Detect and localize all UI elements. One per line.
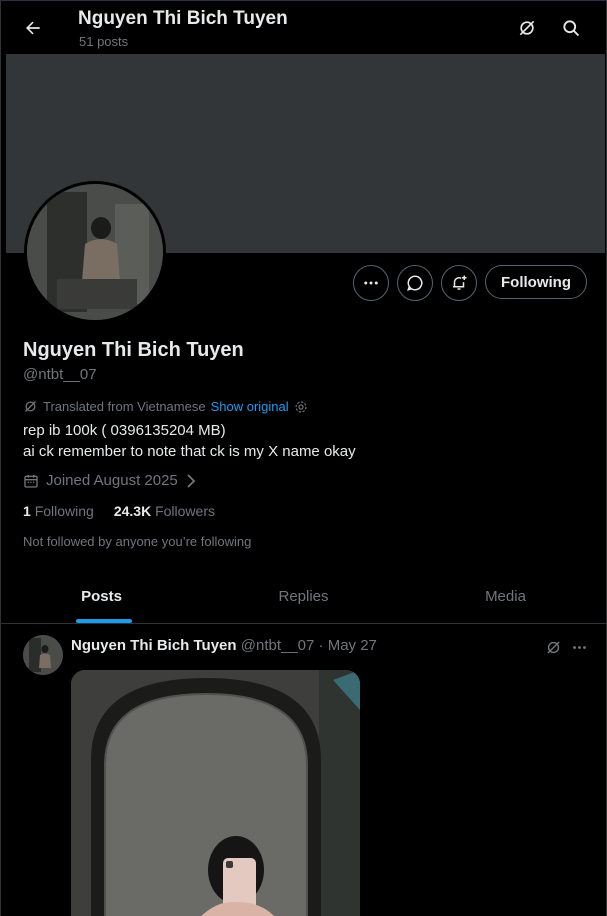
more-icon xyxy=(572,645,586,649)
post-count: 51 posts xyxy=(79,34,129,49)
post-media-image[interactable] xyxy=(71,670,360,916)
profile-tabs: Posts Replies Media xyxy=(1,570,606,624)
active-tab-indicator xyxy=(76,619,132,623)
post-more-button[interactable] xyxy=(568,636,590,658)
following-label: Following xyxy=(34,503,94,519)
message-icon xyxy=(407,275,423,291)
followers-count: 24.3K xyxy=(113,503,152,519)
profile-bio: rep ib 100k ( 0396135204 MB) ai ck remem… xyxy=(23,420,356,462)
more-icon xyxy=(364,281,378,285)
grok-icon xyxy=(546,640,560,654)
back-arrow-icon xyxy=(26,21,40,35)
translated-label: Translated from Vietnamese xyxy=(43,399,206,414)
search-button[interactable] xyxy=(554,11,588,45)
chevron-right-icon xyxy=(187,473,196,488)
show-original-link[interactable]: Show original xyxy=(211,399,289,414)
post-avatar[interactable] xyxy=(23,635,63,675)
post-author[interactable]: Nguyen Thi Bich Tuyen xyxy=(71,637,237,654)
tab-replies[interactable]: Replies xyxy=(203,570,404,623)
back-button[interactable] xyxy=(15,10,51,46)
calendar-icon xyxy=(24,474,38,488)
followers-stat[interactable]: 24.3K Followers xyxy=(114,503,215,519)
tab-media[interactable]: Media xyxy=(405,570,606,623)
more-options-button[interactable] xyxy=(353,265,389,301)
bio-line: ai ck remember to note that ck is my X n… xyxy=(23,443,356,460)
header-title: Nguyen Thi Bich Tuyen xyxy=(78,8,288,29)
following-button[interactable]: Following xyxy=(485,265,587,299)
post-grok-button[interactable] xyxy=(542,636,564,658)
joined-date: Joined August 2025 xyxy=(46,472,178,489)
grok-button[interactable] xyxy=(510,11,544,45)
tab-posts[interactable]: Posts xyxy=(1,570,202,623)
following-count: 1 xyxy=(23,503,31,519)
grok-icon xyxy=(25,401,36,412)
profile-avatar[interactable] xyxy=(24,181,166,323)
post-header: Nguyen Thi Bich Tuyen @ntbt__07 · May 27 xyxy=(71,637,377,654)
user-handle: @ntbt__07 xyxy=(23,366,97,383)
avatar-photo xyxy=(27,184,163,320)
translation-row: Translated from Vietnamese Show original xyxy=(23,399,308,414)
not-followed-notice: Not followed by anyone you’re following xyxy=(23,534,252,549)
message-button[interactable] xyxy=(397,265,433,301)
followers-label: Followers xyxy=(155,503,215,519)
top-bar: Nguyen Thi Bich Tuyen 51 posts xyxy=(1,0,606,55)
following-stat[interactable]: 1 Following xyxy=(23,503,94,519)
grok-icon xyxy=(519,20,535,36)
settings-icon[interactable] xyxy=(294,400,308,414)
bio-line: rep ib 100k ( 0396135204 MB) xyxy=(23,422,226,439)
joined-row[interactable]: Joined August 2025 xyxy=(23,472,197,489)
post-avatar-photo xyxy=(23,635,63,675)
notification-add-icon xyxy=(453,275,467,290)
post-meta[interactable]: @ntbt__07 · May 27 xyxy=(241,637,377,654)
search-icon xyxy=(563,20,580,37)
display-name: Nguyen Thi Bich Tuyen xyxy=(23,339,244,361)
post-photo xyxy=(71,670,360,916)
profile-page: Nguyen Thi Bich Tuyen 51 posts Following… xyxy=(0,0,607,916)
follow-stats: 1 Following 24.3K Followers xyxy=(23,503,215,519)
notify-button[interactable] xyxy=(441,265,477,301)
